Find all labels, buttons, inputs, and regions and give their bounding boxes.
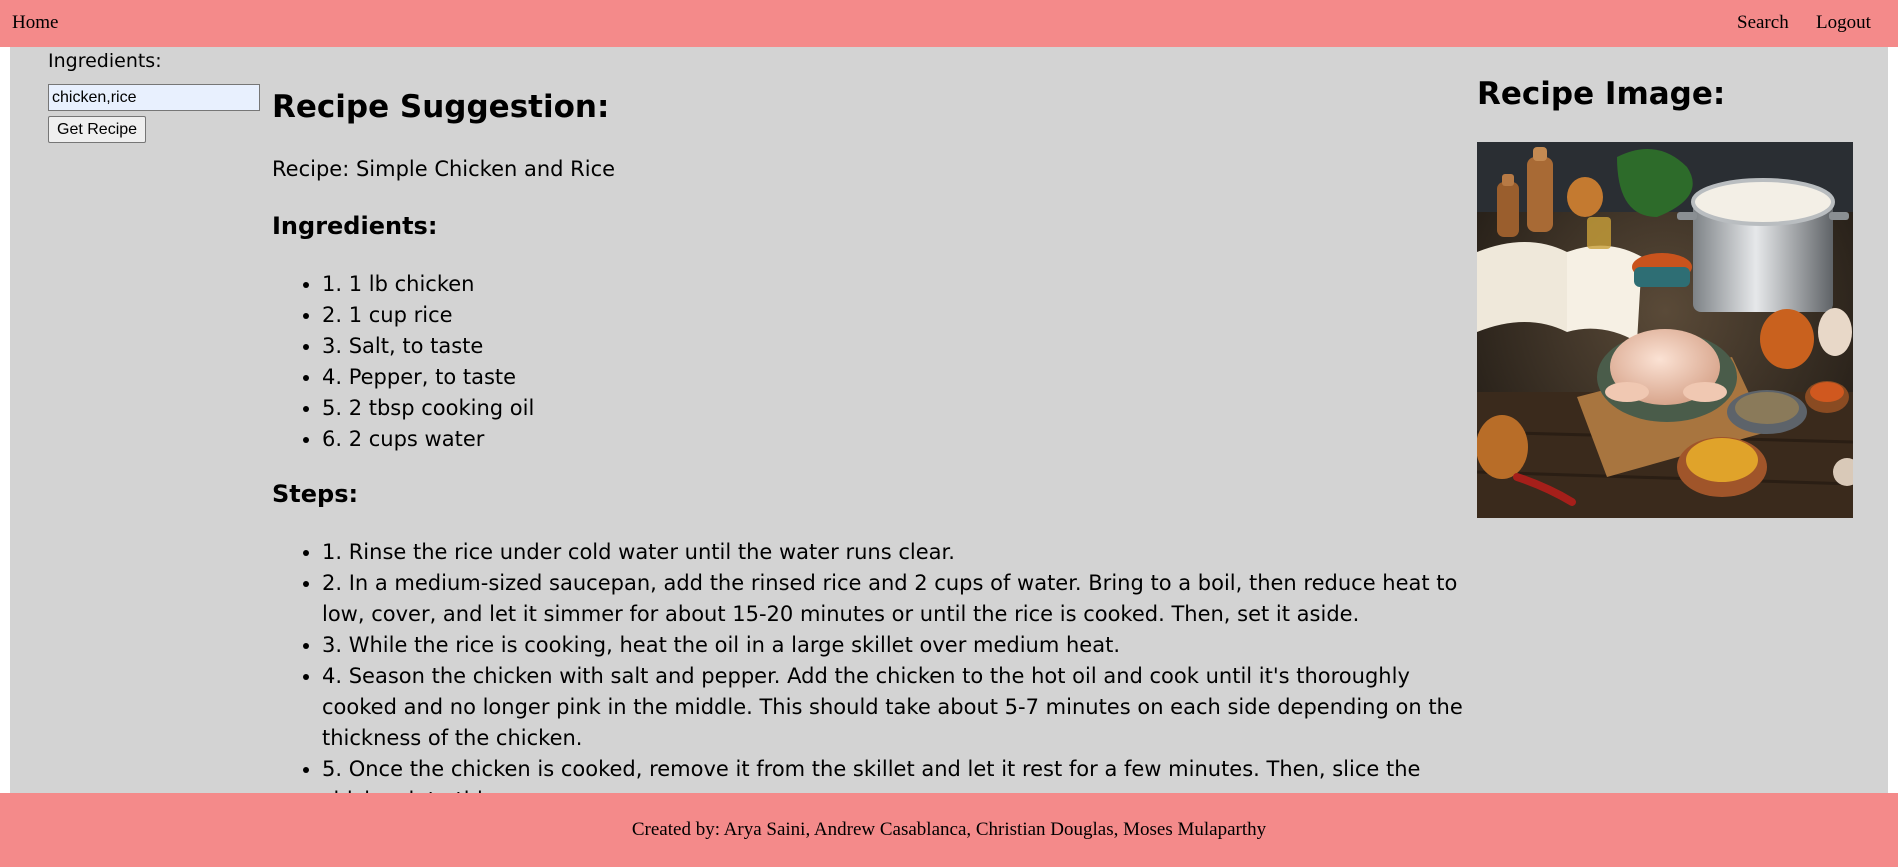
ingredients-input[interactable]: chicken,rice bbox=[48, 84, 260, 111]
top-navbar: Home Search Logout bbox=[0, 0, 1898, 47]
ingredients-label: Ingredients: bbox=[48, 50, 162, 72]
nav-home-link[interactable]: Home bbox=[12, 12, 58, 34]
step-item: 4. Season the chicken with salt and pepp… bbox=[322, 661, 1472, 754]
recipe-name: Recipe: Simple Chicken and Rice bbox=[272, 157, 616, 181]
ingredient-item: 1. 1 lb chicken bbox=[322, 269, 534, 300]
step-item: 3. While the rice is cooking, heat the o… bbox=[322, 630, 1472, 661]
step-item: 2. In a medium-sized saucepan, add the r… bbox=[322, 568, 1472, 630]
nav-logout-link[interactable]: Logout bbox=[1816, 12, 1871, 34]
footer: Created by: Arya Saini, Andrew Casablanc… bbox=[0, 793, 1898, 867]
ingredient-item: 2. 1 cup rice bbox=[322, 300, 534, 331]
recipe-image bbox=[1477, 142, 1853, 518]
get-recipe-button[interactable]: Get Recipe bbox=[48, 116, 147, 143]
ingredient-item: 4. Pepper, to taste bbox=[322, 362, 534, 393]
step-item: 5. Once the chicken is cooked, remove it… bbox=[322, 754, 1472, 793]
content-area: Ingredients: chicken,rice Get Recipe Rec… bbox=[10, 47, 1888, 793]
footer-credits: Created by: Arya Saini, Andrew Casablanc… bbox=[631, 819, 1267, 840]
ingredients-heading: Ingredients: bbox=[272, 212, 438, 240]
recipe-image-heading: Recipe Image: bbox=[1477, 76, 1726, 112]
ingredients-list: 1. 1 lb chicken 2. 1 cup rice 3. Salt, t… bbox=[322, 269, 534, 455]
recipe-suggestion-heading: Recipe Suggestion: bbox=[272, 89, 610, 125]
ingredient-item: 6. 2 cups water bbox=[322, 424, 534, 455]
pot-icon bbox=[1677, 178, 1849, 312]
steps-list: 1. Rinse the rice under cold water until… bbox=[322, 537, 1472, 793]
ingredient-form: Ingredients: chicken,rice Get Recipe bbox=[48, 50, 268, 143]
nav-search-link[interactable]: Search bbox=[1737, 12, 1789, 34]
ingredient-item: 5. 2 tbsp cooking oil bbox=[322, 393, 534, 424]
ingredient-item: 3. Salt, to taste bbox=[322, 331, 534, 362]
step-item: 1. Rinse the rice under cold water until… bbox=[322, 537, 1472, 568]
steps-heading: Steps: bbox=[272, 480, 359, 508]
